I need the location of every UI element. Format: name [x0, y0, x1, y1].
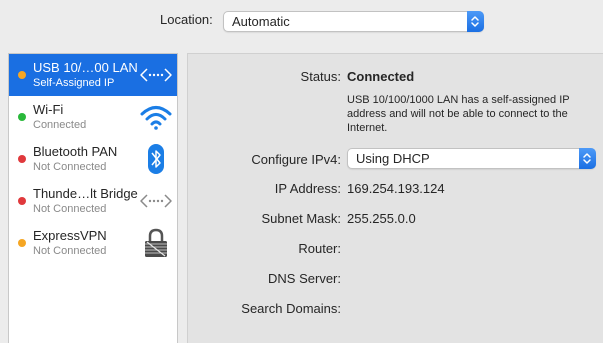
up-down-chevron-icon: [579, 148, 596, 169]
subnet-mask-label: Subnet Mask:: [261, 211, 342, 226]
service-status: Connected: [33, 119, 87, 131]
configure-ipv4-value: Using DHCP: [356, 151, 430, 166]
status-dot: [18, 113, 26, 121]
wifi-icon: [139, 102, 173, 132]
service-status: Self-Assigned IP: [33, 77, 115, 89]
vpn-lock-icon: [139, 228, 173, 258]
service-item-wifi[interactable]: Wi-Fi Connected: [9, 96, 177, 138]
ip-address-value: 169.254.193.124: [347, 181, 445, 196]
service-name: Wi-Fi: [33, 102, 64, 117]
location-label: Location:: [160, 12, 213, 27]
status-value: Connected: [347, 69, 415, 84]
status-dot: [18, 155, 26, 163]
service-list: USB 10/…00 LAN Self-Assigned IP Wi-Fi Co…: [8, 53, 178, 343]
configure-ipv4-select[interactable]: Using DHCP: [347, 148, 596, 169]
service-item-thunderbolt-bridge[interactable]: Thunde…lt Bridge Not Connected: [9, 180, 177, 222]
service-item-usb-lan[interactable]: USB 10/…00 LAN Self-Assigned IP: [9, 54, 177, 96]
ethernet-arrows-icon: [139, 60, 173, 90]
status-label: Status:: [300, 69, 341, 84]
bluetooth-icon: [139, 144, 173, 174]
service-name: Thunde…lt Bridge: [33, 186, 138, 201]
service-item-bluetooth-pan[interactable]: Bluetooth PAN Not Connected: [9, 138, 177, 180]
up-down-chevron-icon: [467, 11, 484, 32]
service-status: Not Connected: [33, 161, 107, 173]
status-description: USB 10/100/1000 LAN has a self-assigned …: [347, 94, 570, 134]
status-dot: [18, 71, 26, 79]
location-select[interactable]: Automatic: [223, 11, 484, 32]
service-item-expressvpn[interactable]: ExpressVPN Not Connected: [9, 222, 177, 264]
service-name: Bluetooth PAN: [33, 144, 118, 159]
service-name: ExpressVPN: [33, 228, 107, 243]
service-status: Not Connected: [33, 203, 107, 215]
ip-address-label: IP Address:: [274, 181, 341, 196]
dns-server-label: DNS Server:: [268, 271, 341, 286]
router-label: Router:: [298, 241, 341, 256]
status-dot: [18, 239, 26, 247]
search-domains-label: Search Domains:: [241, 301, 341, 316]
subnet-mask-value: 255.255.0.0: [347, 211, 416, 226]
service-status: Not Connected: [33, 245, 107, 257]
location-value: Automatic: [232, 14, 290, 29]
ethernet-arrows-icon: [139, 186, 173, 216]
service-name: USB 10/…00 LAN: [33, 60, 138, 75]
configure-ipv4-label: Configure IPv4:: [251, 152, 341, 167]
status-dot: [18, 197, 26, 205]
